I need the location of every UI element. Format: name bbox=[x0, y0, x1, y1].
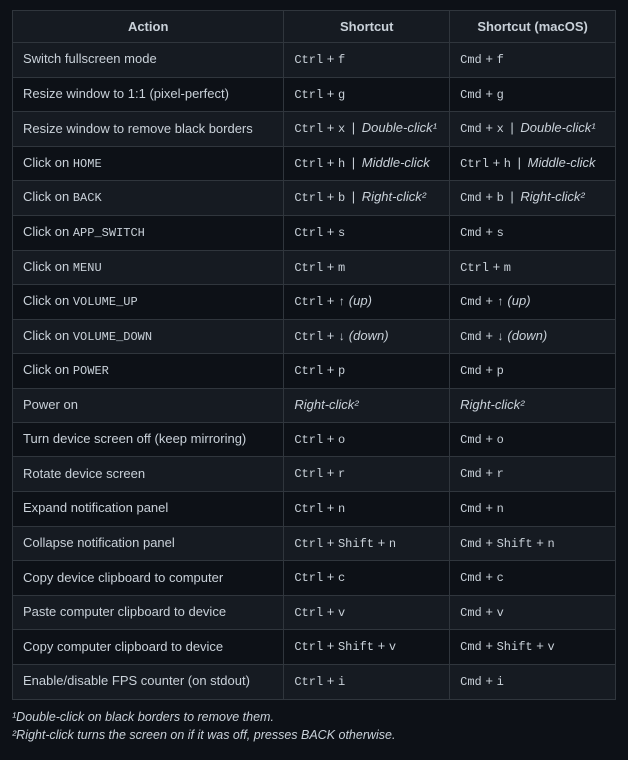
cell-action: Click on APP_SWITCH bbox=[13, 215, 284, 250]
table-row: Click on VOLUME_DOWNCtrl + ↓ (down)Cmd +… bbox=[13, 319, 616, 354]
cell-shortcut-mac: Cmd + v bbox=[450, 595, 616, 630]
cell-shortcut: Ctrl + x | Double-click¹ bbox=[284, 112, 450, 147]
shortcuts-table: Action Shortcut Shortcut (macOS) Switch … bbox=[12, 10, 616, 700]
cell-shortcut: Ctrl + Shift + n bbox=[284, 526, 450, 561]
cell-shortcut-mac: Ctrl + h | Middle-click bbox=[450, 146, 616, 181]
cell-action: Copy device clipboard to computer bbox=[13, 561, 284, 596]
table-row: Click on APP_SWITCHCtrl + sCmd + s bbox=[13, 215, 616, 250]
cell-shortcut: Ctrl + n bbox=[284, 492, 450, 527]
cell-shortcut-mac: Cmd + s bbox=[450, 215, 616, 250]
table-row: Expand notification panelCtrl + nCmd + n bbox=[13, 492, 616, 527]
cell-shortcut-mac: Cmd + ↓ (down) bbox=[450, 319, 616, 354]
cell-shortcut: Ctrl + h | Middle-click bbox=[284, 146, 450, 181]
table-row: Collapse notification panelCtrl + Shift … bbox=[13, 526, 616, 561]
table-row: Enable/disable FPS counter (on stdout)Ct… bbox=[13, 664, 616, 699]
cell-shortcut: Ctrl + Shift + v bbox=[284, 630, 450, 665]
cell-shortcut-mac: Cmd + b | Right-click² bbox=[450, 181, 616, 216]
cell-action: Copy computer clipboard to device bbox=[13, 630, 284, 665]
cell-action: Click on MENU bbox=[13, 250, 284, 285]
table-row: Paste computer clipboard to deviceCtrl +… bbox=[13, 595, 616, 630]
col-header-macos: Shortcut (macOS) bbox=[450, 11, 616, 43]
cell-shortcut: Ctrl + f bbox=[284, 43, 450, 78]
cell-action: Switch fullscreen mode bbox=[13, 43, 284, 78]
cell-action: Paste computer clipboard to device bbox=[13, 595, 284, 630]
cell-shortcut: Ctrl + ↓ (down) bbox=[284, 319, 450, 354]
footnotes: ¹Double-click on black borders to remove… bbox=[12, 710, 616, 742]
cell-action: Collapse notification panel bbox=[13, 526, 284, 561]
cell-action: Resize window to 1:1 (pixel-perfect) bbox=[13, 77, 284, 112]
cell-shortcut-mac: Cmd + c bbox=[450, 561, 616, 596]
cell-action: Expand notification panel bbox=[13, 492, 284, 527]
cell-shortcut: Ctrl + p bbox=[284, 354, 450, 389]
cell-shortcut: Ctrl + s bbox=[284, 215, 450, 250]
cell-shortcut: Ctrl + b | Right-click² bbox=[284, 181, 450, 216]
table-row: Turn device screen off (keep mirroring)C… bbox=[13, 422, 616, 457]
table-row: Click on MENUCtrl + mCtrl + m bbox=[13, 250, 616, 285]
table-row: Resize window to remove black bordersCtr… bbox=[13, 112, 616, 147]
cell-shortcut-mac: Cmd + Shift + n bbox=[450, 526, 616, 561]
table-row: Copy computer clipboard to deviceCtrl + … bbox=[13, 630, 616, 665]
cell-shortcut-mac: Ctrl + m bbox=[450, 250, 616, 285]
table-row: Copy device clipboard to computerCtrl + … bbox=[13, 561, 616, 596]
cell-action: Click on VOLUME_DOWN bbox=[13, 319, 284, 354]
cell-shortcut: Ctrl + v bbox=[284, 595, 450, 630]
cell-shortcut-mac: Cmd + f bbox=[450, 43, 616, 78]
cell-shortcut: Ctrl + g bbox=[284, 77, 450, 112]
table-row: Click on BACKCtrl + b | Right-click²Cmd … bbox=[13, 181, 616, 216]
cell-action: Click on POWER bbox=[13, 354, 284, 389]
table-row: Click on VOLUME_UPCtrl + ↑ (up)Cmd + ↑ (… bbox=[13, 285, 616, 320]
cell-action: Enable/disable FPS counter (on stdout) bbox=[13, 664, 284, 699]
footnote-1: ¹Double-click on black borders to remove… bbox=[12, 710, 616, 724]
table-row: Rotate device screenCtrl + rCmd + r bbox=[13, 457, 616, 492]
footnote-2: ²Right-click turns the screen on if it w… bbox=[12, 728, 616, 742]
cell-shortcut-mac: Cmd + r bbox=[450, 457, 616, 492]
cell-action: Click on BACK bbox=[13, 181, 284, 216]
cell-shortcut-mac: Cmd + o bbox=[450, 422, 616, 457]
cell-shortcut: Ctrl + c bbox=[284, 561, 450, 596]
table-row: Click on POWERCtrl + pCmd + p bbox=[13, 354, 616, 389]
cell-action: Click on VOLUME_UP bbox=[13, 285, 284, 320]
cell-shortcut-mac: Cmd + i bbox=[450, 664, 616, 699]
table-row: Click on HOMECtrl + h | Middle-clickCtrl… bbox=[13, 146, 616, 181]
cell-shortcut: Ctrl + i bbox=[284, 664, 450, 699]
cell-shortcut-mac: Cmd + Shift + v bbox=[450, 630, 616, 665]
table-row: Switch fullscreen modeCtrl + fCmd + f bbox=[13, 43, 616, 78]
cell-shortcut-mac: Right-click² bbox=[450, 388, 616, 422]
cell-shortcut: Ctrl + m bbox=[284, 250, 450, 285]
col-header-shortcut: Shortcut bbox=[284, 11, 450, 43]
cell-action: Rotate device screen bbox=[13, 457, 284, 492]
cell-action: Resize window to remove black borders bbox=[13, 112, 284, 147]
cell-action: Power on bbox=[13, 388, 284, 422]
cell-shortcut-mac: Cmd + x | Double-click¹ bbox=[450, 112, 616, 147]
cell-shortcut: Right-click² bbox=[284, 388, 450, 422]
cell-shortcut-mac: Cmd + g bbox=[450, 77, 616, 112]
cell-shortcut: Ctrl + ↑ (up) bbox=[284, 285, 450, 320]
col-header-action: Action bbox=[13, 11, 284, 43]
table-row: Power onRight-click²Right-click² bbox=[13, 388, 616, 422]
table-row: Resize window to 1:1 (pixel-perfect)Ctrl… bbox=[13, 77, 616, 112]
cell-shortcut-mac: Cmd + p bbox=[450, 354, 616, 389]
cell-shortcut: Ctrl + o bbox=[284, 422, 450, 457]
cell-action: Turn device screen off (keep mirroring) bbox=[13, 422, 284, 457]
cell-shortcut-mac: Cmd + n bbox=[450, 492, 616, 527]
cell-shortcut: Ctrl + r bbox=[284, 457, 450, 492]
cell-shortcut-mac: Cmd + ↑ (up) bbox=[450, 285, 616, 320]
cell-action: Click on HOME bbox=[13, 146, 284, 181]
